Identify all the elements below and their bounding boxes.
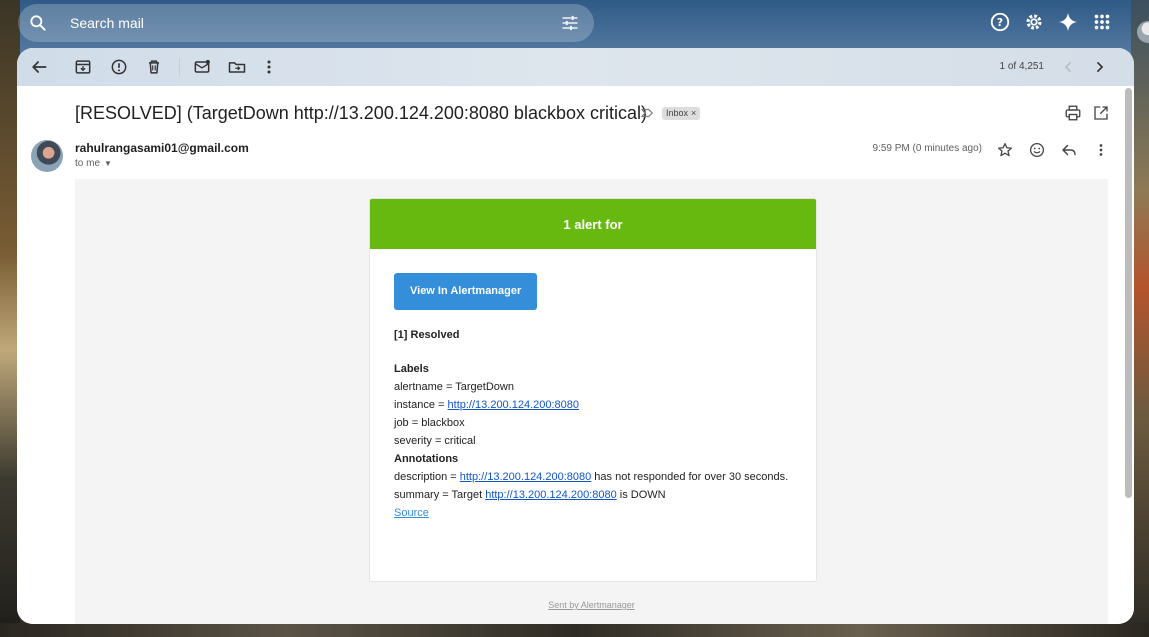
settings-gear-icon[interactable]	[1023, 11, 1045, 33]
help-icon[interactable]: ?	[989, 11, 1011, 33]
back-arrow-icon[interactable]	[29, 57, 49, 77]
annotation-description: description = http://13.200.124.200:8080…	[394, 468, 792, 486]
sent-by-alertmanager-link[interactable]: Sent by Alertmanager	[75, 600, 1108, 610]
message-more-icon[interactable]	[1092, 141, 1110, 159]
search-icon[interactable]	[28, 13, 48, 33]
description-suffix: has not responded for over 30 seconds.	[591, 471, 789, 483]
report-spam-icon[interactable]	[109, 57, 129, 77]
alert-card: 1 alert for View In Alertmanager [1] Res…	[369, 198, 817, 582]
recipient-details[interactable]: to me ▼	[75, 158, 112, 169]
move-to-icon[interactable]	[227, 57, 247, 77]
delete-icon[interactable]	[144, 57, 164, 77]
annotations-heading: Annotations	[394, 453, 459, 465]
label-alertname: alertname = TargetDown	[394, 381, 514, 393]
email-body: 1 alert for View In Alertmanager [1] Res…	[75, 179, 1108, 624]
search-options-icon[interactable]	[560, 13, 580, 33]
search-input[interactable]: Search mail	[70, 15, 144, 31]
labels-heading: Labels	[394, 363, 429, 375]
label-job: job = blackbox	[394, 417, 465, 429]
alert-header: 1 alert for	[370, 199, 816, 249]
archive-icon[interactable]	[73, 57, 93, 77]
importance-marker-icon[interactable]	[640, 106, 654, 120]
description-link[interactable]: http://13.200.124.200:8080	[460, 471, 592, 483]
reply-icon[interactable]	[1060, 141, 1078, 159]
apps-grid-icon[interactable]	[1091, 11, 1113, 33]
star-icon[interactable]	[996, 141, 1014, 159]
sender-avatar[interactable]	[31, 140, 63, 172]
instance-prefix: instance =	[394, 399, 448, 411]
top-icons: ?	[989, 11, 1149, 43]
scrollbar[interactable]	[1125, 88, 1132, 498]
summary-suffix: is DOWN	[616, 489, 666, 501]
search-bar[interactable]: Search mail	[18, 4, 594, 42]
gemini-sparkle-icon[interactable]	[1057, 11, 1079, 33]
inbox-label-text: Inbox	[666, 108, 689, 118]
summary-link[interactable]: http://13.200.124.200:8080	[485, 489, 617, 501]
annotation-summary: summary = Target http://13.200.124.200:8…	[394, 486, 792, 504]
label-instance: instance = http://13.200.124.200:8080	[394, 396, 792, 414]
background-scenery-bottom	[0, 623, 1149, 637]
print-icon[interactable]	[1064, 104, 1082, 122]
message-time: 9:59 PM (0 minutes ago)	[872, 143, 983, 154]
message-view: [RESOLVED] (TargetDown http://13.200.124…	[17, 86, 1134, 624]
emoji-reaction-icon[interactable]	[1028, 141, 1046, 159]
newer-chevron-left-icon[interactable]	[1058, 57, 1078, 77]
more-options-icon[interactable]	[259, 57, 279, 77]
inbox-label-chip[interactable]: Inbox ×	[662, 107, 701, 120]
description-prefix: description =	[394, 471, 460, 483]
account-avatar[interactable]	[1137, 21, 1149, 43]
view-in-alertmanager-button[interactable]: View In Alertmanager	[394, 273, 538, 310]
alert-content: View In Alertmanager [1] Resolved Labels…	[394, 273, 792, 522]
caret-down-icon[interactable]: ▼	[104, 159, 112, 168]
mail-panel: 1 of 4,251 [RESOLVED] (TargetDown http:/…	[17, 48, 1134, 624]
instance-link[interactable]: http://13.200.124.200:8080	[448, 399, 580, 411]
top-bar: Search mail ?	[0, 0, 1149, 44]
mark-unread-icon[interactable]	[192, 57, 212, 77]
source-link[interactable]: Source	[394, 507, 429, 519]
sender-email[interactable]: rahulrangasami01@gmail.com	[75, 141, 249, 155]
svg-text:?: ?	[997, 16, 1003, 29]
summary-prefix: summary = Target	[394, 489, 486, 501]
message-toolbar: 1 of 4,251	[17, 48, 1134, 86]
older-chevron-right-icon[interactable]	[1090, 57, 1110, 77]
label-severity: severity = critical	[394, 435, 476, 447]
resolved-heading: [1] Resolved	[394, 329, 460, 341]
remove-label-icon[interactable]: ×	[691, 108, 696, 118]
recipient-text: to me	[75, 158, 101, 169]
toolbar-divider	[179, 58, 180, 76]
email-subject: [RESOLVED] (TargetDown http://13.200.124…	[75, 103, 647, 123]
pager-count: 1 of 4,251	[999, 61, 1044, 72]
open-new-window-icon[interactable]	[1092, 104, 1110, 122]
